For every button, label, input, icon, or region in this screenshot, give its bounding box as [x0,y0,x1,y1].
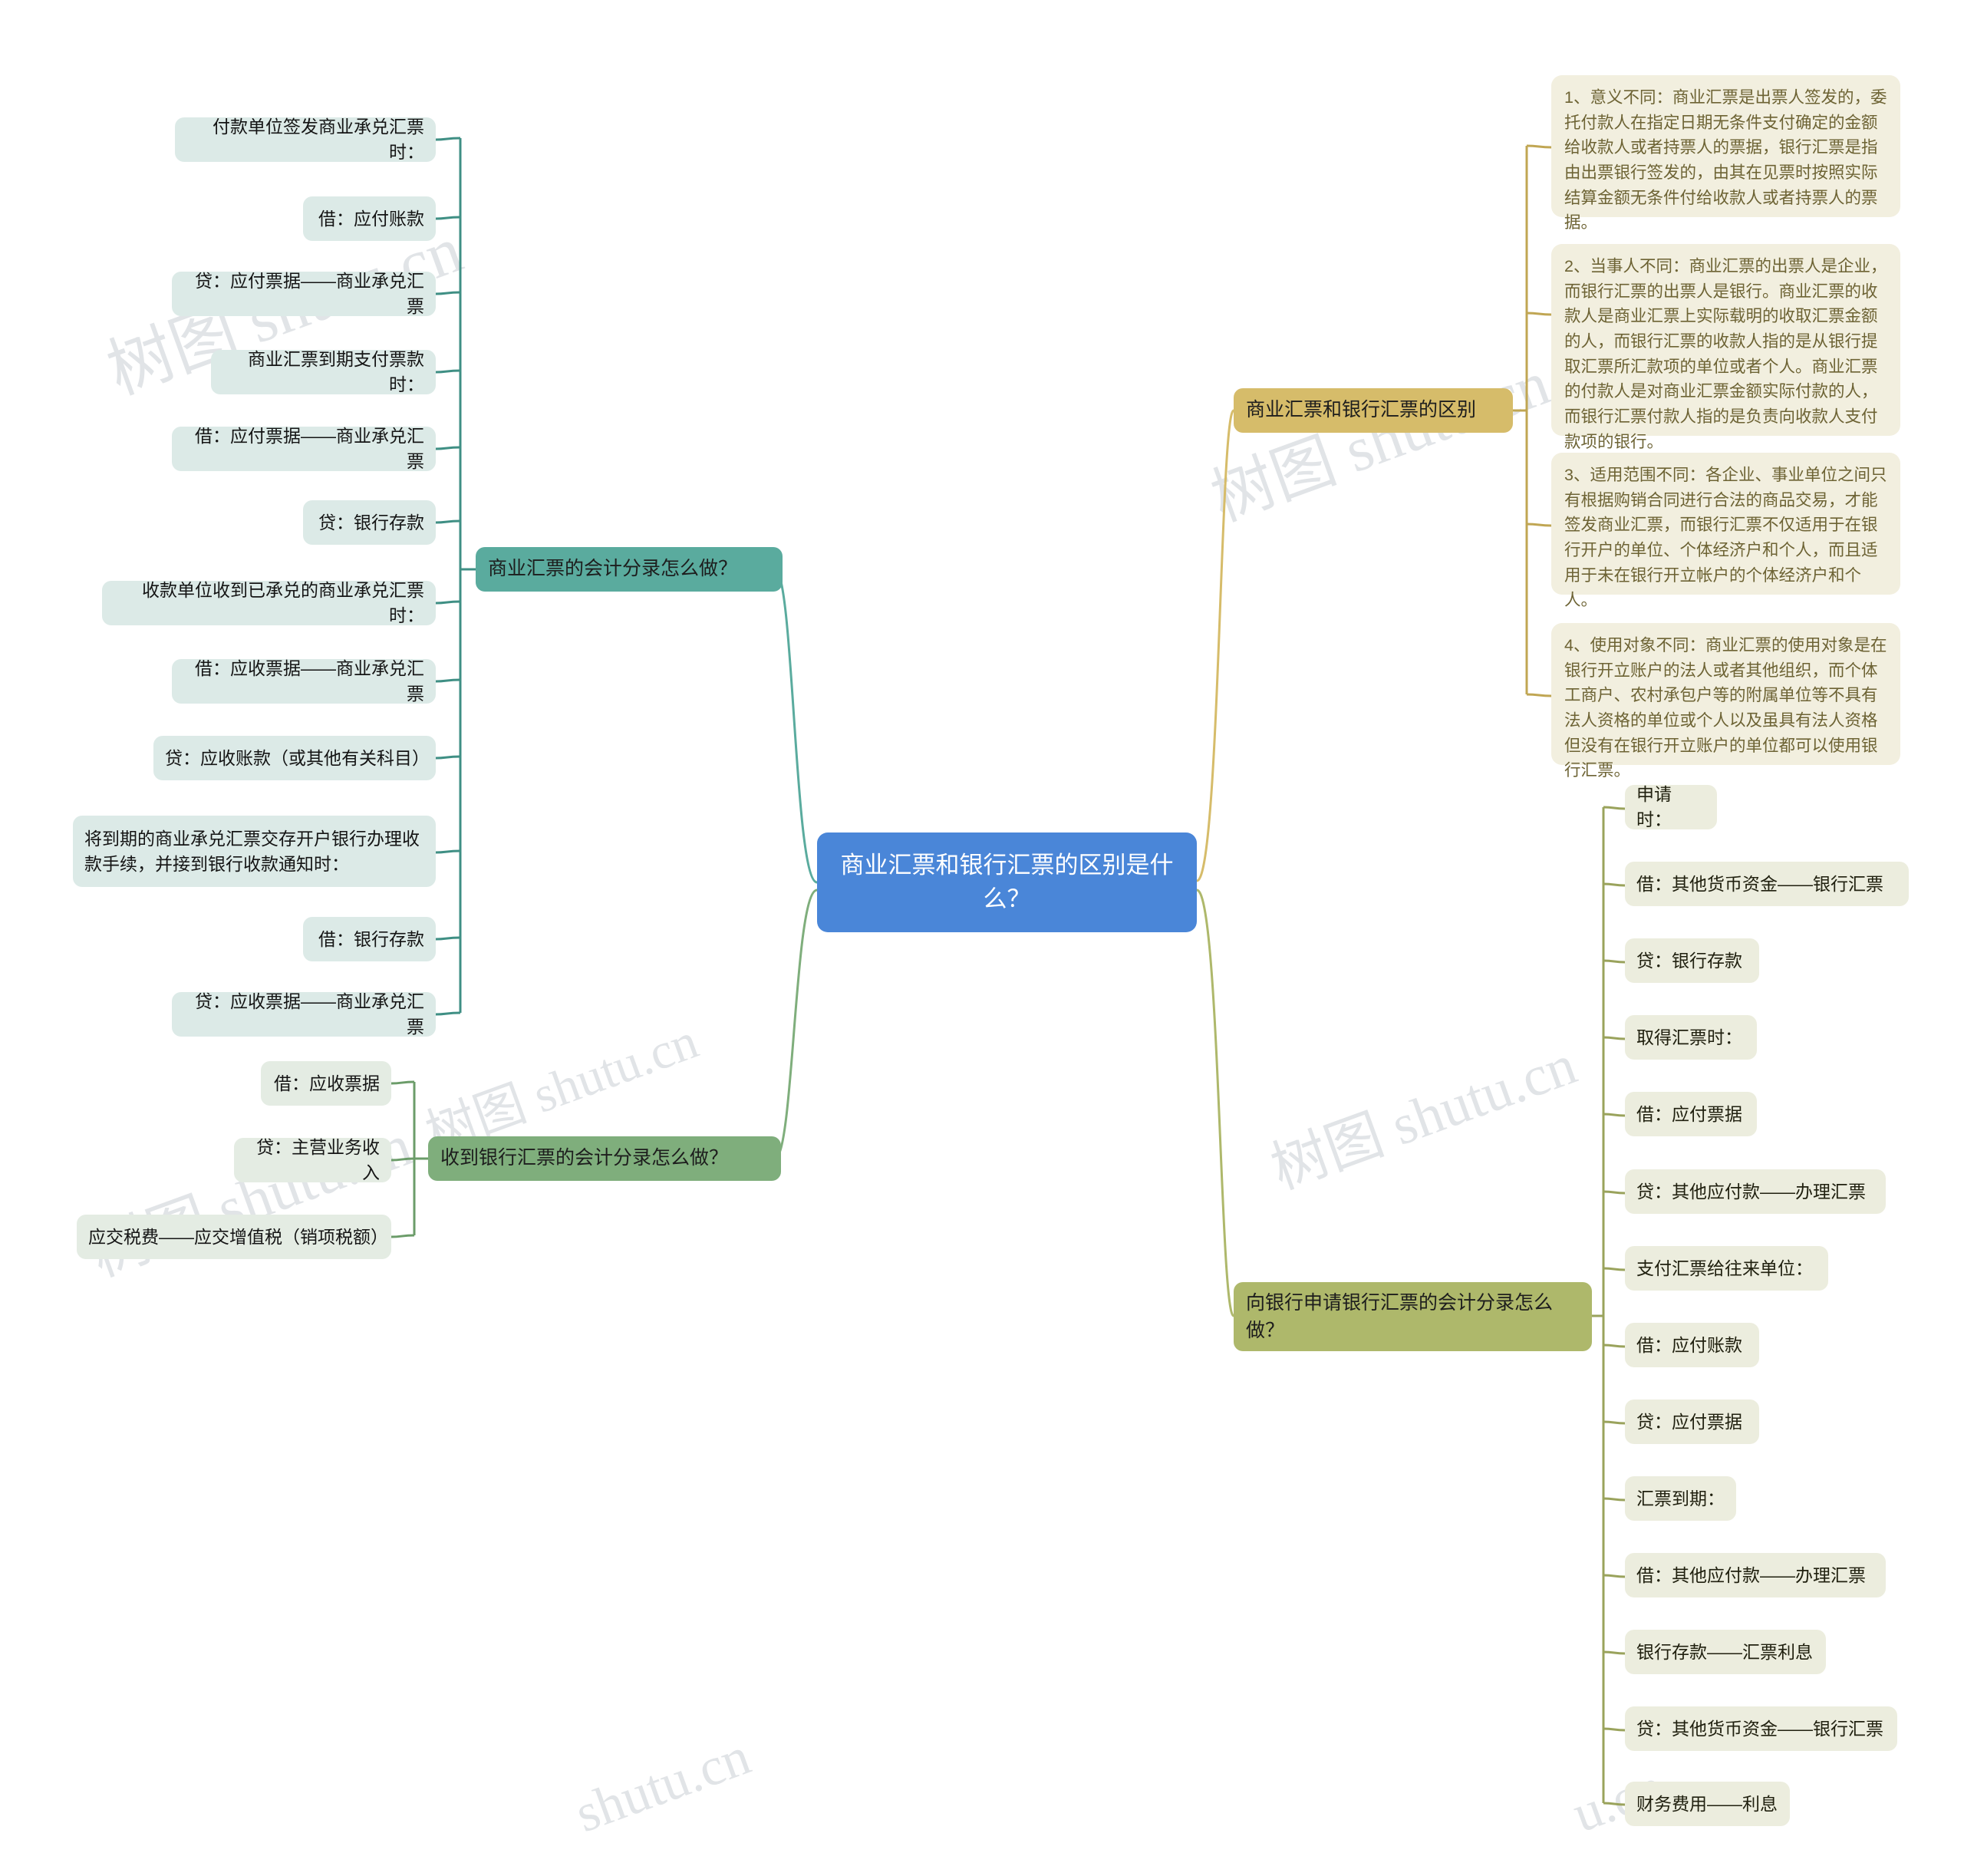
leaf-node[interactable]: 付款单位签发商业承兑汇票时： [175,117,436,162]
branch-header-apply-bank-draft-entries[interactable]: 向银行申请银行汇票的会计分录怎么做？ [1234,1282,1592,1351]
leaf-node[interactable]: 申请时： [1625,784,1717,829]
leaf-node[interactable]: 借：应付票据 [1625,1092,1757,1136]
leaf-node[interactable]: 收款单位收到已承兑的商业承兑汇票时： [102,580,436,625]
leaf-node[interactable]: 借：应付票据——商业承兑汇票 [172,426,436,471]
leaf-node[interactable]: 取得汇票时： [1625,1015,1757,1060]
leaf-node[interactable]: 贷：应收账款（或其他有关科目） [153,736,436,780]
leaf-node[interactable]: 借：其他货币资金——银行汇票 [1625,862,1909,906]
leaf-node[interactable]: 1、意义不同：商业汇票是出票人签发的，委托付款人在指定日期无条件支付确定的金额给… [1551,75,1900,232]
branch-header-commercial-bill-entries[interactable]: 商业汇票的会计分录怎么做？ [476,547,783,592]
leaf-node[interactable]: 商业汇票到期支付票款时： [211,349,436,394]
leaf-node[interactable]: 财务费用——利息 [1625,1782,1790,1826]
leaf-node[interactable]: 借：应收票据 [261,1061,391,1106]
leaf-node[interactable]: 3、适用范围不同：各企业、事业单位之间只有根据购销合同进行合法的商品交易，才能签… [1551,453,1900,609]
leaf-node[interactable]: 4、使用对象不同：商业汇票的使用对象是在银行开立账户的法人或者其他组织，而个体工… [1551,623,1900,780]
watermark: 树图 shutu.cn [1202,348,1558,535]
branch-header-differences[interactable]: 商业汇票和银行汇票的区别 [1234,388,1513,433]
branch-header-received-bank-draft-entries[interactable]: 收到银行汇票的会计分录怎么做？ [428,1136,781,1181]
leaf-node[interactable]: 借：应收票据——商业承兑汇票 [172,658,436,704]
leaf-node[interactable]: 贷：应收票据——商业承兑汇票 [172,991,436,1037]
leaf-node[interactable]: 借：应付账款 [303,196,436,241]
leaf-node[interactable]: 贷：银行存款 [1625,938,1759,983]
leaf-node[interactable]: 贷：其他应付款——办理汇票 [1625,1169,1886,1214]
leaf-node[interactable]: 贷：应付票据——商业承兑汇票 [172,271,436,316]
leaf-node[interactable]: 贷：应付票据 [1625,1400,1759,1444]
leaf-node[interactable]: 贷：银行存款 [303,500,436,545]
leaf-node[interactable]: 将到期的商业承兑汇票交存开户银行办理收款手续，并接到银行收款通知时： [73,816,436,887]
leaf-node[interactable]: 汇票到期： [1625,1476,1736,1521]
leaf-node[interactable]: 借：应付账款 [1625,1323,1759,1367]
leaf-node[interactable]: 贷：其他货币资金——银行汇票 [1625,1706,1897,1751]
watermark: shutu.cn [568,1726,758,1845]
watermark: 树图 shutu.cn [81,1111,420,1289]
leaf-node[interactable]: 借：其他应付款——办理汇票 [1625,1553,1886,1597]
leaf-node[interactable]: 应交税费——应交增值税（销项税额） [77,1215,391,1259]
leaf-node[interactable]: 银行存款——汇票利息 [1625,1630,1826,1674]
mindmap-canvas: 树图 shutu.cn 树图 shutu.cn 树图 shutu.cn 树图 s… [0,0,1964,1876]
leaf-node[interactable]: 支付汇票给往来单位： [1625,1246,1828,1291]
watermark: 树图 shutu.cn [1263,1033,1585,1202]
leaf-node[interactable]: 借：银行存款 [303,917,436,961]
root-node[interactable]: 商业汇票和银行汇票的区别是什么？ [817,832,1197,932]
leaf-node[interactable]: 贷：主营业务收入 [234,1137,391,1182]
leaf-node[interactable]: 2、当事人不同：商业汇票的出票人是企业，而银行汇票的出票人是银行。商业汇票的收款… [1551,244,1900,451]
